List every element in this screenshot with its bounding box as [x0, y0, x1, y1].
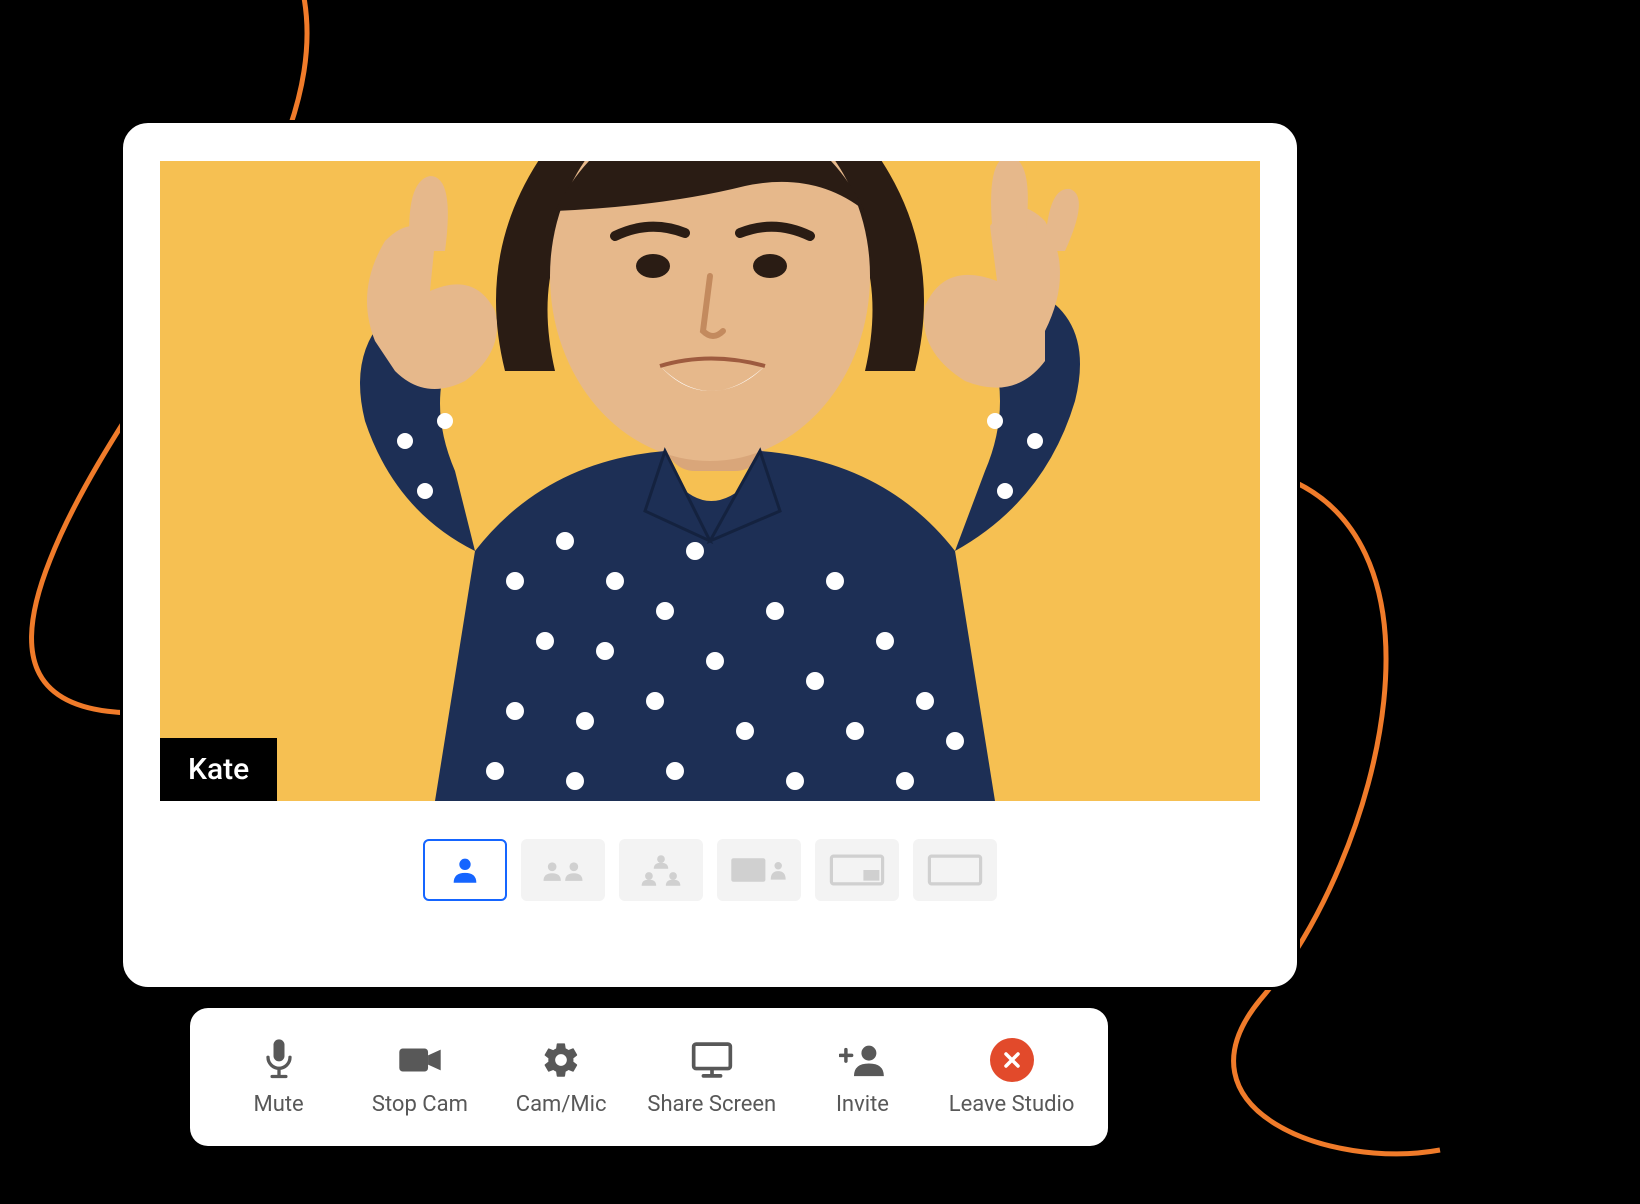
gear-icon — [541, 1038, 581, 1082]
mute-button[interactable]: Mute — [224, 1038, 334, 1117]
layout-two[interactable] — [521, 839, 605, 901]
video-feed: Kate — [160, 161, 1260, 801]
layout-screen-pip[interactable] — [815, 839, 899, 901]
control-toolbar: Mute Stop Cam Cam/Mic Share Screen — [190, 1008, 1108, 1146]
close-icon — [990, 1038, 1034, 1082]
stop-cam-label: Stop Cam — [372, 1092, 468, 1117]
leave-label: Leave Studio — [949, 1092, 1075, 1117]
invite-button[interactable]: Invite — [807, 1038, 917, 1117]
invite-label: Invite — [836, 1092, 889, 1117]
participant-name: Kate — [188, 752, 249, 787]
share-screen-label: Share Screen — [647, 1092, 776, 1117]
video-card: Kate — [120, 120, 1300, 990]
share-screen-button[interactable]: Share Screen — [647, 1038, 776, 1117]
mute-label: Mute — [254, 1092, 304, 1117]
participant-name-tag: Kate — [160, 738, 277, 801]
monitor-icon — [690, 1038, 734, 1082]
participant-figure — [245, 161, 1175, 801]
microphone-icon — [262, 1038, 296, 1082]
layout-screen-only[interactable] — [913, 839, 997, 901]
layout-screen-side[interactable] — [717, 839, 801, 901]
camera-icon — [397, 1038, 443, 1082]
layout-selector — [423, 839, 997, 901]
cam-mic-label: Cam/Mic — [516, 1092, 607, 1117]
layout-single[interactable] — [423, 839, 507, 901]
leave-studio-button[interactable]: Leave Studio — [949, 1038, 1075, 1117]
add-person-icon — [839, 1038, 885, 1082]
layout-three[interactable] — [619, 839, 703, 901]
cam-mic-button[interactable]: Cam/Mic — [506, 1038, 616, 1117]
stop-cam-button[interactable]: Stop Cam — [365, 1038, 475, 1117]
